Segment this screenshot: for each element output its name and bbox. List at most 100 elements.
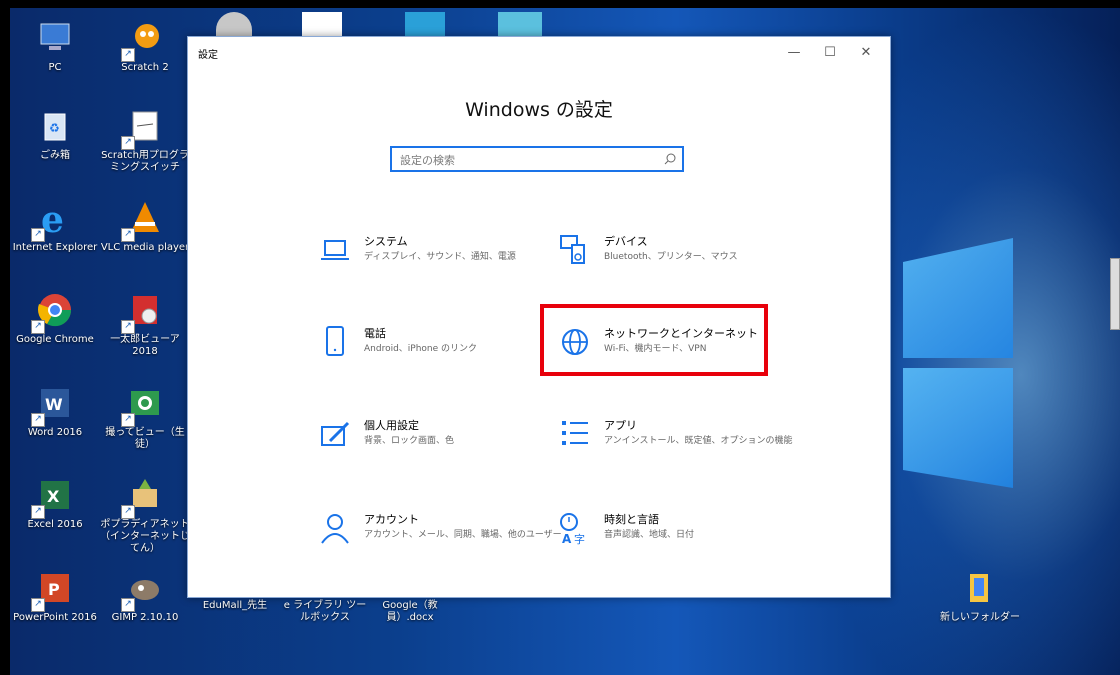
desktop-icon-poplar[interactable]: ↗ ポプラディアネット（インターネットじてん） bbox=[100, 475, 190, 555]
settings-item-desc: ディスプレイ、サウンド、通知、電源 bbox=[364, 252, 516, 262]
desktop-icon-label: PowerPoint 2016 bbox=[13, 612, 97, 623]
shortcut-arrow-icon: ↗ bbox=[121, 598, 135, 612]
search-input[interactable] bbox=[398, 151, 662, 169]
desktop-icon-switch[interactable]: ↗ Scratch用プログラミングスイッチ bbox=[100, 106, 190, 174]
scratch-icon: ↗ bbox=[121, 18, 165, 62]
word-icon: W ↗ bbox=[31, 383, 75, 427]
personalization-icon bbox=[321, 421, 350, 446]
settings-window: 設定 — ☐ ✕ Windows の設定 システム ディスプレイ、サウンド、通知… bbox=[187, 36, 891, 598]
settings-item-title: デバイス bbox=[604, 235, 648, 248]
desktop-icon-label: Word 2016 bbox=[27, 427, 83, 438]
account-icon bbox=[321, 514, 349, 544]
recycle-bin-icon: ♻ bbox=[35, 106, 75, 146]
window-title: 設定 bbox=[198, 50, 218, 61]
camera-icon: ↗ bbox=[121, 383, 165, 427]
shortcut-arrow-icon: ↗ bbox=[31, 228, 45, 242]
desktop-icon-label: ポプラディアネット（インターネットじてん） bbox=[100, 519, 190, 554]
time-language-icon: A字 bbox=[560, 513, 585, 545]
desktop-icon-pc[interactable]: PC bbox=[10, 18, 100, 74]
search-box[interactable] bbox=[390, 146, 684, 172]
settings-item-title: アカウント bbox=[364, 513, 419, 526]
gimp-icon: ↗ bbox=[121, 568, 165, 612]
minimize-button[interactable]: — bbox=[780, 41, 808, 65]
desktop-icon-recycle-bin[interactable]: ♻ ごみ箱 bbox=[10, 106, 100, 162]
settings-item-time-language[interactable]: A字 時刻と言語 音声認識、地域、日付 bbox=[558, 511, 788, 567]
desktop-icon-chrome[interactable]: ↗ Google Chrome bbox=[10, 290, 100, 346]
ie-icon: e ↗ bbox=[31, 198, 75, 242]
desktop-icon-gimp[interactable]: ↗ GIMP 2.10.10 bbox=[100, 568, 190, 624]
desktop-icon-label: e ライブラリ ツールボックス bbox=[283, 600, 367, 623]
powerpoint-icon: P ↗ bbox=[31, 568, 75, 612]
apps-icon bbox=[562, 421, 588, 445]
svg-text:字: 字 bbox=[574, 532, 585, 545]
desktop-icon-folder[interactable]: 新しいフォルダー bbox=[935, 568, 1025, 624]
settings-item-desc: 背景、ロック画面、色 bbox=[364, 436, 455, 446]
desktop-icon-docx[interactable]: Google（教員）.docx bbox=[365, 600, 455, 624]
viewer-icon: ↗ bbox=[121, 290, 165, 334]
settings-item-devices[interactable]: デバイス Bluetooth、プリンター、マウス bbox=[558, 233, 788, 289]
devices-icon bbox=[560, 235, 585, 264]
settings-item-title: 個人用設定 bbox=[364, 419, 419, 432]
desktop-icon-vlc[interactable]: ↗ VLC media player bbox=[100, 198, 190, 254]
desktop-icon-scratch[interactable]: ↗ Scratch 2 bbox=[100, 18, 190, 74]
shortcut-arrow-icon: ↗ bbox=[31, 413, 45, 427]
settings-item-system[interactable]: システム ディスプレイ、サウンド、通知、電源 bbox=[318, 233, 548, 289]
settings-item-phone[interactable]: 電話 Android、iPhone のリンク bbox=[318, 325, 548, 381]
desktop-icon-label: Scratch用プログラミングスイッチ bbox=[101, 150, 189, 173]
desktop-icon-label: Internet Explorer bbox=[12, 242, 98, 253]
search-icon[interactable] bbox=[664, 153, 676, 165]
settings-item-desc: Bluetooth、プリンター、マウス bbox=[604, 252, 738, 262]
svg-text:P: P bbox=[48, 580, 60, 599]
shortcut-arrow-icon: ↗ bbox=[121, 136, 135, 150]
desktop-icon-elibrary[interactable]: e ライブラリ ツールボックス bbox=[280, 600, 370, 624]
desktop-icon-viewer[interactable]: ↗ 一太郎ビューア2018 bbox=[100, 290, 190, 358]
svg-text:♻: ♻ bbox=[49, 121, 60, 135]
settings-item-personalization[interactable]: 個人用設定 背景、ロック画面、色 bbox=[318, 417, 548, 473]
side-panel-tab[interactable] bbox=[1110, 258, 1120, 330]
shortcut-arrow-icon: ↗ bbox=[31, 505, 45, 519]
chrome-icon: ↗ bbox=[31, 290, 75, 334]
shortcut-arrow-icon: ↗ bbox=[31, 598, 45, 612]
desktop-icon-label: Google（教員）.docx bbox=[382, 600, 438, 623]
desktop-icon-camera[interactable]: ↗ 撮ってビュー（生徒） bbox=[100, 383, 190, 451]
desktop-icon-label: ごみ箱 bbox=[40, 150, 70, 161]
highlight-box bbox=[540, 304, 768, 376]
desktop-icon-powerpoint[interactable]: P ↗ PowerPoint 2016 bbox=[10, 568, 100, 624]
settings-item-desc: 音声認識、地域、日付 bbox=[604, 530, 695, 540]
desktop-icon-word[interactable]: W ↗ Word 2016 bbox=[10, 383, 100, 439]
settings-item-title: アプリ bbox=[604, 419, 637, 432]
desktop-icon-label: PC bbox=[48, 62, 62, 73]
maximize-button[interactable]: ☐ bbox=[816, 41, 844, 65]
desktop-icon-label: VLC media player bbox=[100, 242, 190, 253]
poplar-icon: ↗ bbox=[121, 475, 165, 519]
shortcut-arrow-icon: ↗ bbox=[121, 48, 135, 62]
desktop-icon-label: Excel 2016 bbox=[27, 519, 83, 530]
pc-icon bbox=[35, 18, 75, 58]
settings-item-account[interactable]: アカウント アカウント、メール、同期、職場、他のユーザー bbox=[318, 511, 562, 567]
desktop-icon-edumall[interactable]: EduMall_先生 bbox=[190, 600, 280, 612]
desktop-icon-ie[interactable]: e ↗ Internet Explorer bbox=[10, 198, 100, 254]
svg-text:A: A bbox=[562, 532, 572, 545]
settings-item-desc: Android、iPhone のリンク bbox=[364, 344, 478, 354]
settings-item-title: 電話 bbox=[364, 327, 386, 340]
excel-icon: X ↗ bbox=[31, 475, 75, 519]
desktop-icon-label: EduMall_先生 bbox=[202, 600, 268, 611]
desktop-icon-label: Scratch 2 bbox=[121, 62, 169, 73]
settings-item-desc: アンインストール、既定値、オプションの機能 bbox=[604, 436, 793, 446]
page-title: Windows の設定 bbox=[465, 99, 613, 121]
svg-text:W: W bbox=[45, 395, 63, 414]
title-bar[interactable]: 設定 — ☐ ✕ bbox=[188, 37, 890, 69]
svg-text:X: X bbox=[47, 487, 60, 506]
settings-item-apps[interactable]: アプリ アンインストール、既定値、オプションの機能 bbox=[558, 417, 792, 473]
close-button[interactable]: ✕ bbox=[852, 41, 880, 65]
desktop-icon-excel[interactable]: X ↗ Excel 2016 bbox=[10, 475, 100, 531]
switch-icon: ↗ bbox=[121, 106, 165, 150]
shortcut-arrow-icon: ↗ bbox=[121, 320, 135, 334]
windows-logo-pane bbox=[903, 368, 1013, 488]
settings-item-desc: アカウント、メール、同期、職場、他のユーザー bbox=[364, 530, 562, 540]
desktop-icon-label: 新しいフォルダー bbox=[940, 612, 1020, 623]
phone-icon bbox=[326, 326, 344, 356]
vlc-icon: ↗ bbox=[121, 198, 165, 242]
shortcut-arrow-icon: ↗ bbox=[121, 505, 135, 519]
shortcut-arrow-icon: ↗ bbox=[121, 228, 135, 242]
